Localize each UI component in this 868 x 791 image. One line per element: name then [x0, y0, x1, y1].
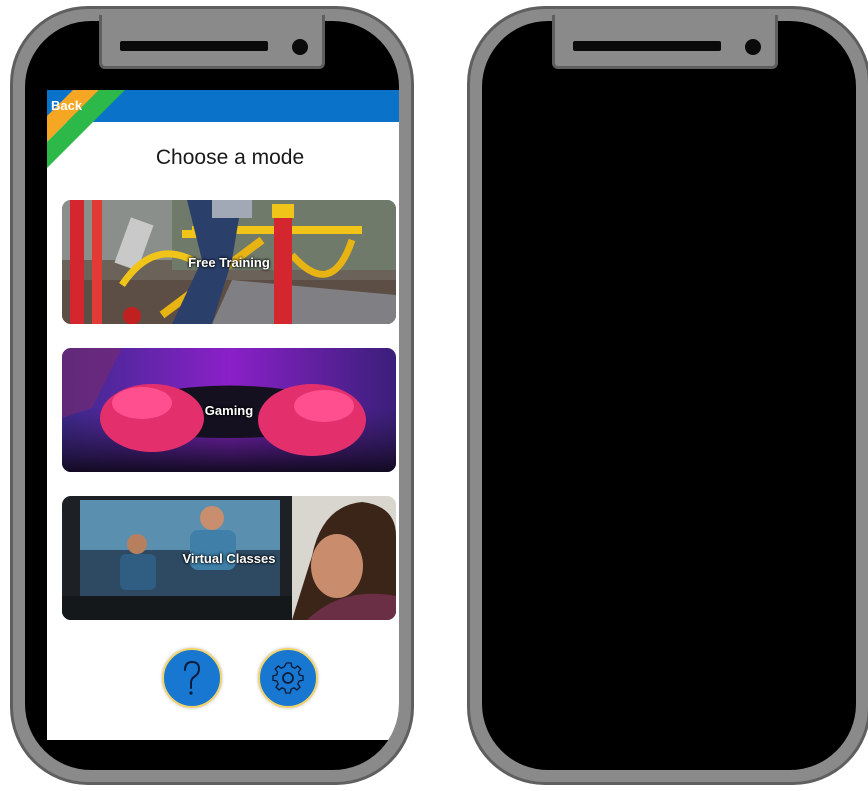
phone-bezel: Back Choose a mode Free Training Gaming … — [25, 21, 399, 770]
phone-frame-left: Back Choose a mode Free Training Gaming … — [10, 6, 414, 785]
speaker-grille — [573, 41, 721, 51]
phone-notch — [99, 15, 325, 69]
camera-icon — [292, 39, 308, 55]
mode-label-gaming: Gaming — [204, 402, 254, 418]
mode-card-virtual-classes[interactable]: Virtual Classes — [62, 496, 396, 620]
mode-label-free-training: Free Training — [188, 254, 270, 270]
phone-screen-off — [482, 21, 856, 770]
help-button[interactable] — [162, 648, 222, 708]
page-title: Choose a mode — [155, 146, 305, 169]
speaker-grille — [120, 41, 268, 51]
mode-card-free-training[interactable]: Free Training — [62, 200, 396, 324]
mode-label-virtual-classes: Virtual Classes — [182, 550, 276, 566]
back-button[interactable]: Back — [51, 98, 82, 113]
gear-icon — [272, 662, 304, 694]
camera-icon — [745, 39, 761, 55]
settings-button[interactable] — [258, 648, 318, 708]
phone-notch — [552, 15, 778, 69]
mode-card-gaming[interactable]: Gaming — [62, 348, 396, 472]
phone-frame-right — [467, 6, 868, 785]
app-screen: Back Choose a mode Free Training Gaming … — [47, 90, 399, 740]
question-mark-icon — [184, 660, 201, 695]
